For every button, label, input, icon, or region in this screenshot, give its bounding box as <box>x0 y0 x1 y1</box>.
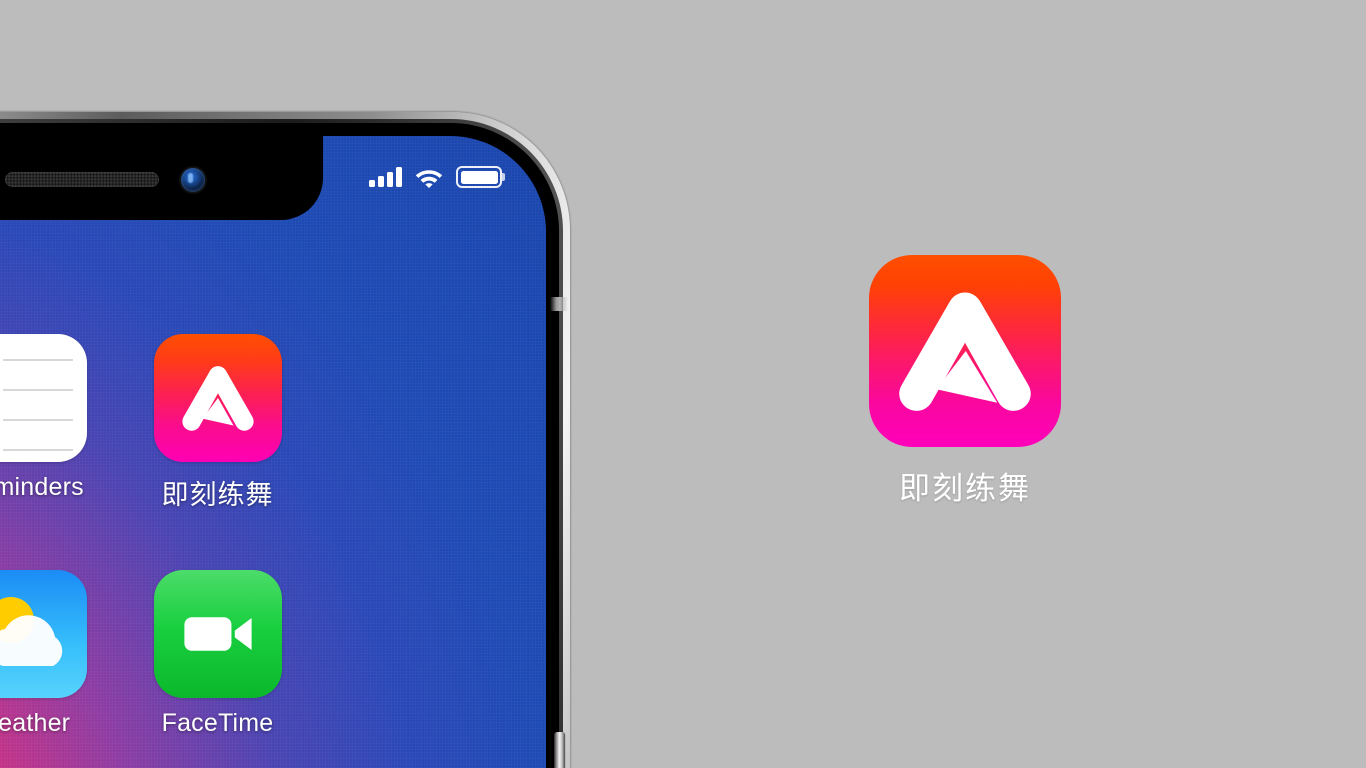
featured-app-icon-block[interactable]: 即刻练舞 <box>869 255 1061 508</box>
wifi-icon <box>415 169 443 188</box>
notch <box>0 136 323 220</box>
app-slot-empty <box>315 570 510 738</box>
device-screen[interactable]: Friday 29 Calendar Reminders <box>0 136 546 768</box>
app-jike-lianwu[interactable]: 即刻练舞 <box>120 334 315 512</box>
reminder-line <box>2 448 73 451</box>
front-camera-lens <box>181 168 205 192</box>
featured-app-label: 即刻练舞 <box>899 471 1031 506</box>
weather-icon[interactable] <box>0 570 87 698</box>
earpiece-speaker-grille <box>5 172 159 187</box>
screenshot-canvas: Friday 29 Calendar Reminders <box>0 0 1366 768</box>
app-weather[interactable]: Weather <box>0 570 120 738</box>
side-power-button[interactable] <box>554 732 565 768</box>
app-label: Weather <box>0 709 71 737</box>
triangular-a-glyph <box>181 366 254 431</box>
app-slot-empty <box>315 334 510 512</box>
sun-cloud-glyph <box>0 597 62 666</box>
jike-lianwu-app-icon[interactable] <box>869 255 1061 447</box>
reminders-icon[interactable] <box>0 334 87 462</box>
battery-icon <box>456 166 502 188</box>
reminder-line <box>2 388 73 391</box>
app-facetime[interactable]: FaceTime <box>120 570 315 738</box>
status-bar <box>369 166 502 188</box>
facetime-icon[interactable] <box>153 570 282 698</box>
jike-lianwu-app-icon[interactable] <box>153 334 282 462</box>
app-label: Reminders <box>0 473 84 501</box>
home-screen-grid: Friday 29 Calendar Reminders <box>0 334 546 768</box>
video-camera-glyph <box>183 617 252 651</box>
antenna-band <box>550 297 568 311</box>
iphone-x-device: Friday 29 Calendar Reminders <box>0 112 570 768</box>
app-label: FaceTime <box>161 709 274 737</box>
app-label: 即刻练舞 <box>161 480 274 510</box>
reminder-line <box>2 418 73 421</box>
cellular-signal-icon <box>369 167 402 187</box>
triangular-a-glyph <box>899 292 1031 411</box>
app-reminders[interactable]: Reminders <box>0 334 120 512</box>
reminder-line <box>2 358 73 361</box>
